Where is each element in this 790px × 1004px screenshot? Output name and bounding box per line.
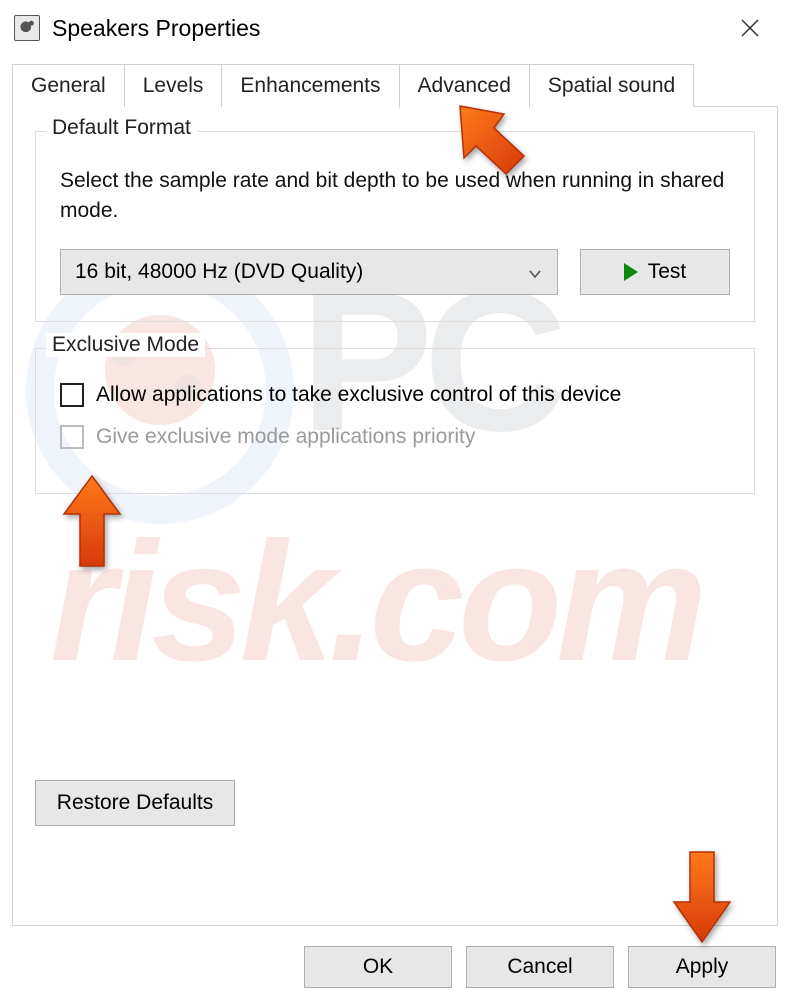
priority-checkbox [60, 425, 84, 449]
group-default-format: Default Format Select the sample rate an… [35, 131, 755, 322]
ok-label: OK [363, 955, 393, 979]
tab-spatial-sound[interactable]: Spatial sound [529, 64, 694, 107]
tab-panel-advanced: Default Format Select the sample rate an… [12, 106, 778, 926]
restore-defaults-button[interactable]: Restore Defaults [35, 780, 235, 826]
apply-button[interactable]: Apply [628, 946, 776, 988]
group-title-exclusive-mode: Exclusive Mode [46, 333, 205, 357]
tab-levels[interactable]: Levels [124, 64, 223, 107]
group-exclusive-mode: Exclusive Mode Allow applications to tak… [35, 348, 755, 494]
cancel-button[interactable]: Cancel [466, 946, 614, 988]
chevron-down-icon [527, 264, 543, 280]
titlebar: Speakers Properties [0, 0, 790, 56]
test-button-label: Test [648, 260, 687, 284]
test-button[interactable]: Test [580, 249, 730, 295]
speaker-icon [14, 15, 40, 41]
tab-general[interactable]: General [12, 64, 125, 107]
play-icon [624, 263, 638, 281]
tab-strip: General Levels Enhancements Advanced Spa… [12, 64, 778, 107]
default-format-description: Select the sample rate and bit depth to … [60, 166, 730, 227]
tab-advanced[interactable]: Advanced [399, 64, 530, 108]
priority-row: Give exclusive mode applications priorit… [60, 425, 730, 449]
ok-button[interactable]: OK [304, 946, 452, 988]
dialog-button-bar: OK Cancel Apply [304, 946, 776, 988]
priority-label: Give exclusive mode applications priorit… [96, 425, 475, 449]
restore-defaults-label: Restore Defaults [57, 791, 213, 815]
close-button[interactable] [724, 8, 776, 48]
cancel-label: Cancel [507, 955, 572, 979]
sample-rate-dropdown[interactable]: 16 bit, 48000 Hz (DVD Quality) [60, 249, 558, 295]
group-title-default-format: Default Format [46, 116, 197, 140]
window-title: Speakers Properties [52, 15, 724, 42]
sample-rate-value: 16 bit, 48000 Hz (DVD Quality) [75, 260, 363, 284]
allow-exclusive-row[interactable]: Allow applications to take exclusive con… [60, 383, 730, 407]
allow-exclusive-checkbox[interactable] [60, 383, 84, 407]
apply-label: Apply [676, 955, 729, 979]
tab-enhancements[interactable]: Enhancements [221, 64, 399, 107]
allow-exclusive-label: Allow applications to take exclusive con… [96, 383, 621, 407]
